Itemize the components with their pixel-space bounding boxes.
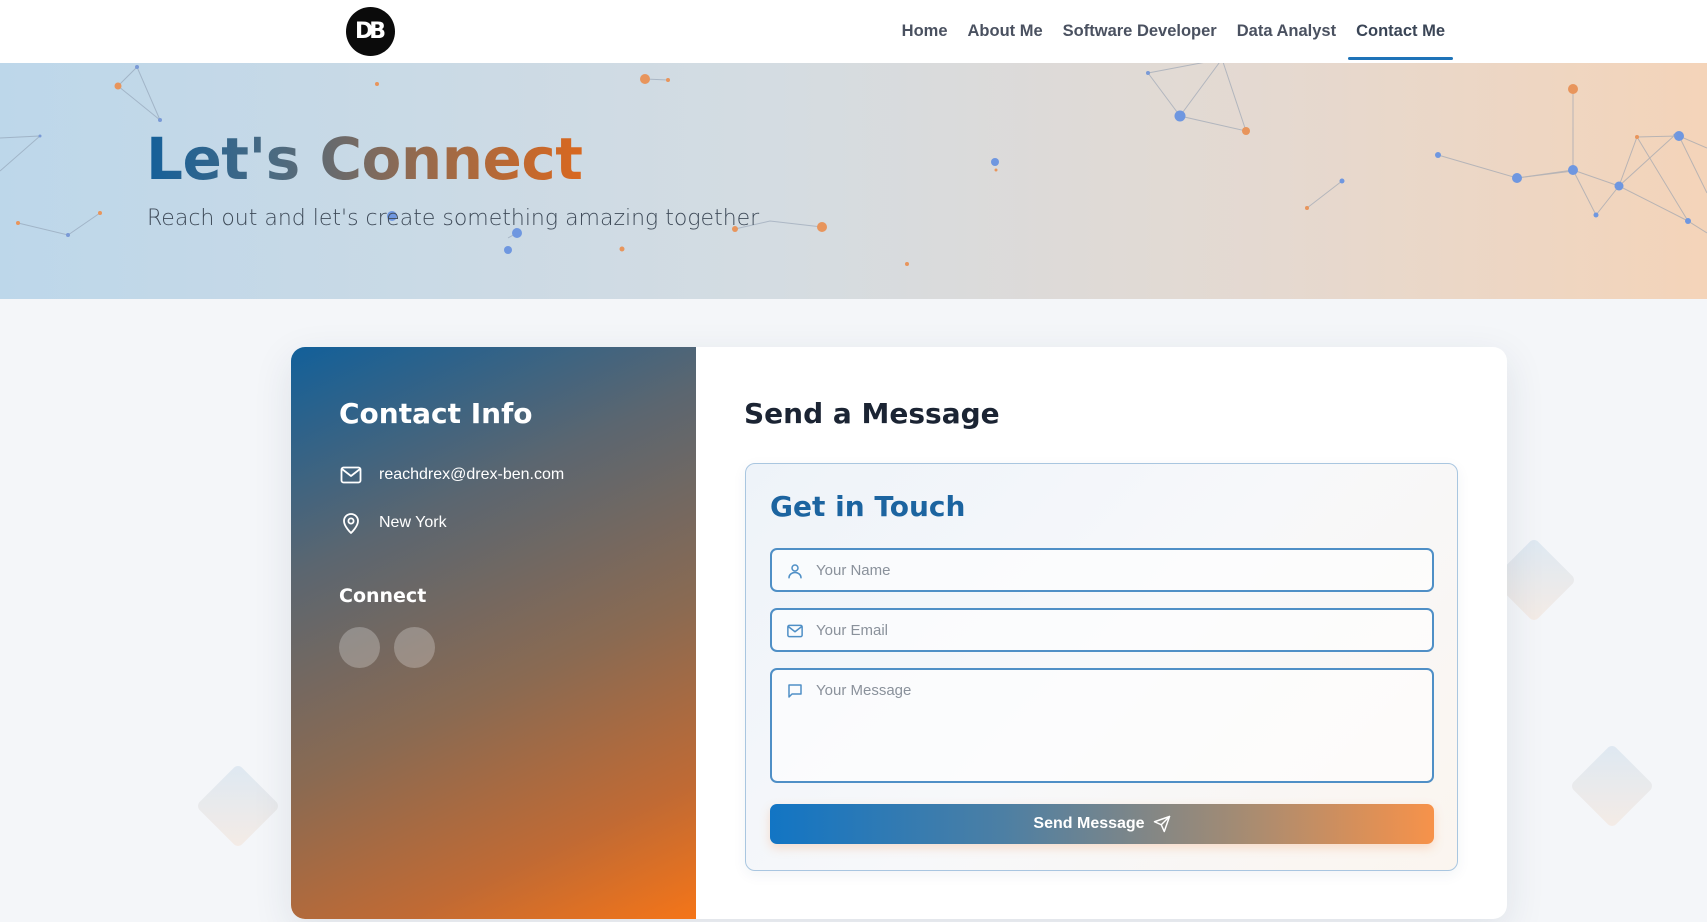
message-textarea[interactable]: Your Message [770,668,1434,783]
send-icon [1153,815,1170,833]
contact-location: New York [379,514,447,531]
message-panel: Send a Message Get in Touch Your Name Yo… [696,347,1507,919]
nav-data-analyst[interactable]: Data Analyst [1227,0,1346,63]
map-pin-icon [343,513,359,534]
social-link-button[interactable] [394,627,435,668]
user-icon [788,564,802,579]
top-navbar: DB Home About Me Software Developer Data… [0,0,1707,63]
mail-icon [787,624,803,638]
nav-software-developer[interactable]: Software Developer [1053,0,1227,63]
chat-bubble-icon [788,684,802,698]
send-message-button[interactable]: Send Message [770,804,1434,844]
contact-email-row: reachdrex@drex-ben.com [339,463,564,487]
contact-email[interactable]: reachdrex@drex-ben.com [379,466,564,484]
page-title: Let's Connect [146,125,583,193]
get-in-touch-heading: Get in Touch [770,490,966,523]
contact-card: Contact Info reachdrex@drex-ben.com New … [291,347,1507,919]
bg-diamond [195,763,281,849]
mail-icon [340,466,362,484]
contact-info-heading: Contact Info [339,397,533,430]
contact-form: Get in Touch Your Name Your Email Your M… [745,463,1458,871]
name-input[interactable]: Your Name [770,548,1434,592]
send-message-heading: Send a Message [744,397,1000,430]
message-placeholder: Your Message [816,682,912,699]
nav-home[interactable]: Home [892,0,958,63]
social-link-button[interactable] [339,627,380,668]
page-subtitle: Reach out and let's create something ama… [147,206,760,231]
email-placeholder: Your Email [816,622,888,639]
bg-diamond [1569,743,1655,829]
nav-links: Home About Me Software Developer Data An… [892,0,1455,63]
connect-heading: Connect [339,585,427,607]
send-message-label: Send Message [1033,815,1145,832]
hero-banner: Let's Connect Reach out and let's create… [0,63,1707,299]
contact-location-row: New York [339,511,447,535]
logo[interactable]: DB [346,7,395,56]
email-input[interactable]: Your Email [770,608,1434,652]
nav-contact-me[interactable]: Contact Me [1346,0,1455,63]
contact-info-panel: Contact Info reachdrex@drex-ben.com New … [291,347,696,919]
name-placeholder: Your Name [816,562,891,579]
nav-about-me[interactable]: About Me [958,0,1053,63]
